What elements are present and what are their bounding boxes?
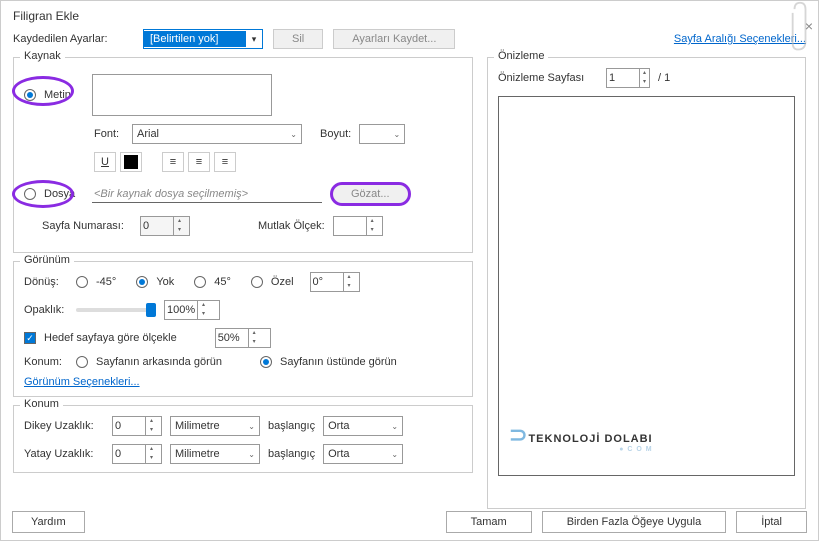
align-right-button[interactable]: ≡ — [214, 152, 236, 172]
delete-button[interactable]: Sil — [273, 29, 323, 49]
horiz-offset-label: Yatay Uzaklık: — [24, 448, 104, 460]
opacity-value-input[interactable]: ▴▾ — [164, 300, 220, 320]
location-label: Konum: — [24, 356, 68, 368]
chevron-down-icon: ⌄ — [290, 130, 297, 139]
vert-from-label: başlangıç — [268, 420, 315, 432]
loc-behind-radio[interactable] — [76, 356, 88, 368]
page-range-link[interactable]: Sayfa Aralığı Seçenekleri... — [674, 33, 806, 45]
apply-multiple-button[interactable]: Birden Fazla Öğeye Uygula — [542, 511, 727, 533]
save-settings-button[interactable]: Ayarları Kaydet... — [333, 29, 455, 49]
horiz-offset-input[interactable]: ▴▾ — [112, 444, 162, 464]
opacity-slider[interactable] — [76, 308, 156, 312]
cancel-button[interactable]: İptal — [736, 511, 807, 533]
rotation-label: Dönüş: — [24, 276, 68, 288]
opacity-label: Opaklık: — [24, 304, 68, 316]
watermark-text-input[interactable] — [92, 74, 272, 116]
scale-checkbox[interactable]: ✓ — [24, 332, 36, 344]
rot-45-radio[interactable] — [194, 276, 206, 288]
appearance-options-link[interactable]: Görünüm Seçenekleri... — [24, 376, 140, 388]
scale-value-input[interactable]: ▴▾ — [215, 328, 271, 348]
horiz-unit-select[interactable]: Milimetre⌄ — [170, 444, 260, 464]
font-select[interactable]: Arial⌄ — [132, 124, 302, 144]
size-select[interactable]: ⌄ — [359, 124, 405, 144]
page-number-input[interactable]: ▴▾ — [140, 216, 190, 236]
close-icon[interactable]: × — [805, 18, 813, 34]
brand-watermark: ⊃TEKNOLOJİ DOLABI ● C O M — [509, 422, 653, 453]
vert-from-select[interactable]: Orta⌄ — [323, 416, 403, 436]
font-label: Font: — [94, 128, 124, 140]
preview-page-total: / 1 — [658, 72, 670, 84]
appearance-group: Görünüm Dönüş: -45° Yok 45° Özel ▴▾ Opak… — [13, 261, 473, 397]
vert-offset-input[interactable]: ▴▾ — [112, 416, 162, 436]
align-center-button[interactable]: ≡ — [188, 152, 210, 172]
help-button[interactable]: Yardım — [12, 511, 85, 533]
rot-neg45-radio[interactable] — [76, 276, 88, 288]
loc-front-radio[interactable] — [260, 356, 272, 368]
underline-button[interactable]: U — [94, 152, 116, 172]
text-radio[interactable] — [24, 89, 36, 101]
abs-scale-label: Mutlak Ölçek: — [258, 220, 325, 232]
saved-settings-label: Kaydedilen Ayarlar: — [13, 33, 133, 45]
file-radio-label: Dosya — [44, 188, 84, 200]
rot-custom-radio[interactable] — [251, 276, 263, 288]
saved-settings-combo[interactable]: [Belirtilen yok]▾ — [143, 29, 263, 49]
rotation-value-input[interactable]: ▴▾ — [310, 272, 360, 292]
horiz-from-label: başlangıç — [268, 448, 315, 460]
preview-group: Önizleme Önizleme Sayfası ▴▾ / 1 ⊃TEKNOL… — [487, 57, 806, 509]
align-left-button[interactable]: ≡ — [162, 152, 184, 172]
abs-scale-input[interactable]: ▴▾ — [333, 216, 383, 236]
text-radio-label: Metin — [44, 89, 84, 101]
vert-offset-label: Dikey Uzaklık: — [24, 420, 104, 432]
scale-checkbox-label: Hedef sayfaya göre ölçekle — [44, 332, 177, 344]
position-group: Konum Dikey Uzaklık: ▴▾ Milimetre⌄ başla… — [13, 405, 473, 473]
page-number-label: Sayfa Numarası: — [42, 220, 132, 232]
dialog-title: Filigran Ekle — [13, 9, 806, 23]
ok-button[interactable]: Tamam — [446, 511, 532, 533]
chevron-down-icon: ⌄ — [393, 130, 400, 139]
size-label: Boyut: — [320, 128, 351, 140]
browse-button[interactable]: Gözat... — [330, 182, 411, 206]
preview-page-label: Önizleme Sayfası — [498, 72, 598, 84]
file-path-display: <Bir kaynak dosya seçilmemiş> — [92, 186, 322, 203]
color-button[interactable] — [120, 152, 142, 172]
preview-canvas: ⊃TEKNOLOJİ DOLABI ● C O M — [498, 96, 795, 476]
preview-page-input[interactable]: ▴▾ — [606, 68, 650, 88]
vert-unit-select[interactable]: Milimetre⌄ — [170, 416, 260, 436]
rot-none-radio[interactable] — [136, 276, 148, 288]
horiz-from-select[interactable]: Orta⌄ — [323, 444, 403, 464]
source-group: Kaynak Metin Font: Arial⌄ Boyut: ⌄ U — [13, 57, 473, 253]
file-radio[interactable] — [24, 188, 36, 200]
chevron-down-icon: ▾ — [246, 34, 262, 45]
